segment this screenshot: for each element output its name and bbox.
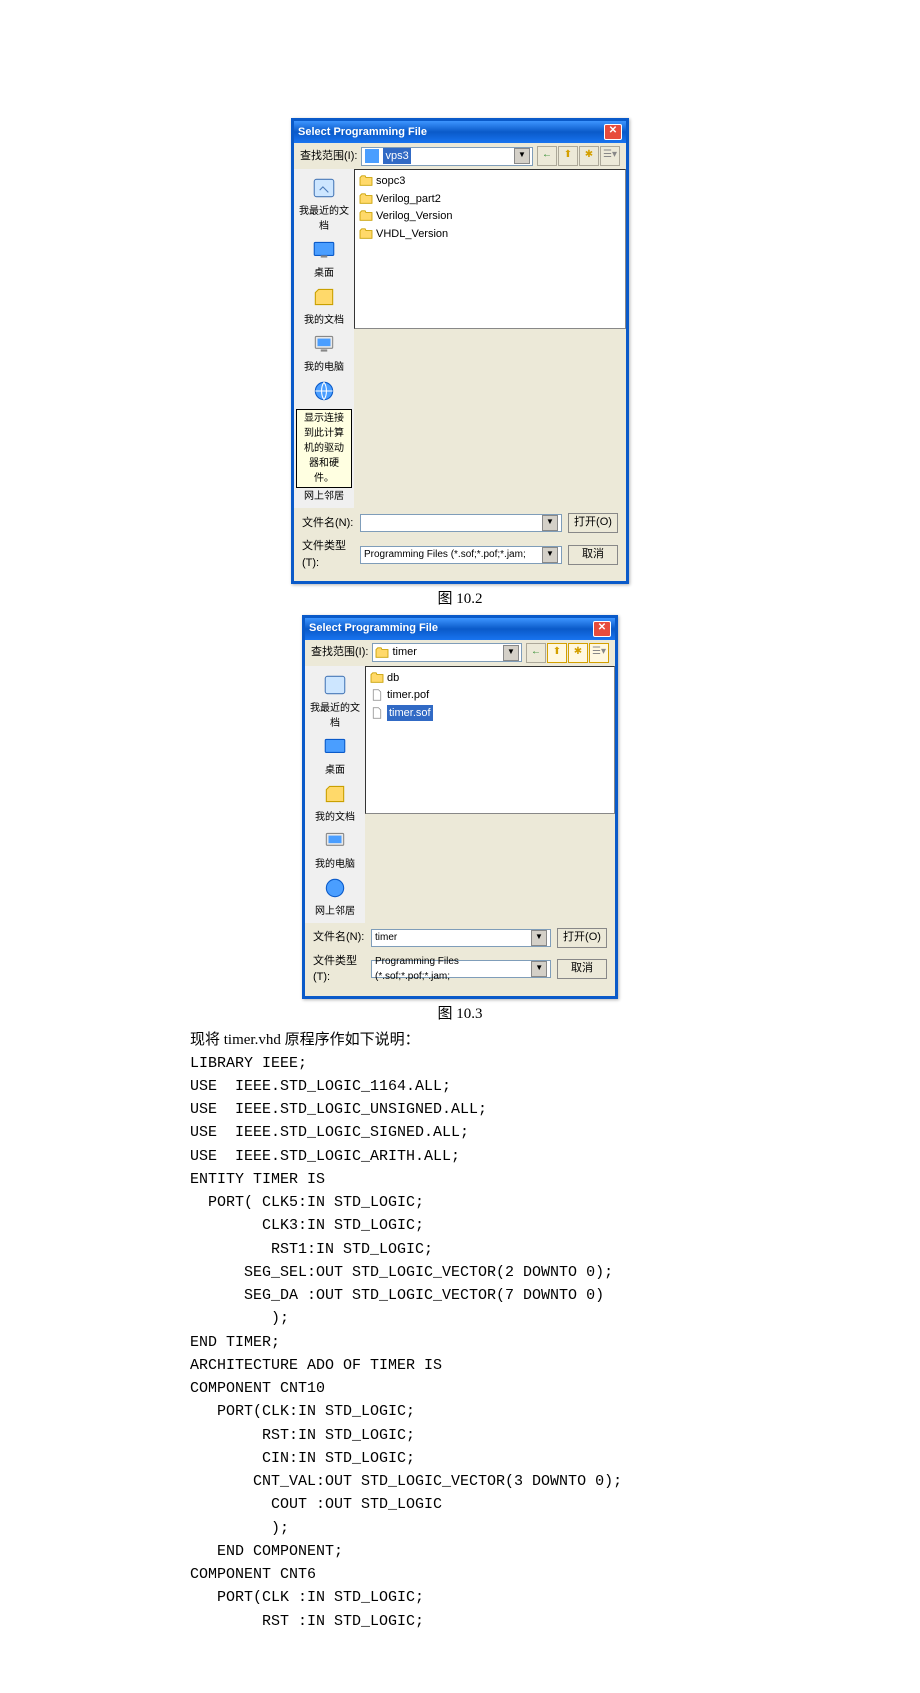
computer-icon[interactable] <box>308 329 340 359</box>
cancel-button[interactable]: 取消 <box>568 545 618 565</box>
folder-icon <box>359 193 373 205</box>
new-folder-icon[interactable]: ✱ <box>568 643 588 663</box>
computer-icon[interactable] <box>319 826 351 856</box>
chevron-down-icon[interactable]: ▼ <box>542 547 558 563</box>
dialog-select-programming-file-2: Select Programming File ✕ 查找范围(I): timer… <box>302 615 618 999</box>
file-list[interactable]: db timer.pof timer.sof <box>365 666 615 814</box>
desktop-icon[interactable] <box>308 235 340 265</box>
tooltip: 显示连接到此计算机的驱动器和硬件。 <box>296 409 352 488</box>
places-network: 网上邻居 <box>315 904 355 919</box>
filetype-label: 文件类型(T): <box>313 953 365 986</box>
recent-icon[interactable] <box>308 173 340 203</box>
figure-caption-2: 图 10.3 <box>190 1003 730 1026</box>
filename-input[interactable]: ▼ <box>360 514 562 532</box>
view-icon[interactable]: ☰▾ <box>600 146 620 166</box>
open-button[interactable]: 打开(O) <box>557 928 607 948</box>
list-item[interactable]: Verilog_Version <box>358 208 622 225</box>
places-computer: 我的电脑 <box>315 857 355 872</box>
filetype-label: 文件类型(T): <box>302 538 354 571</box>
lookin-value: vps3 <box>383 148 410 165</box>
up-icon[interactable]: ⬆ <box>558 146 578 166</box>
chevron-down-icon[interactable]: ▼ <box>531 961 547 977</box>
list-item[interactable]: db <box>369 670 611 687</box>
close-icon[interactable]: ✕ <box>604 124 622 140</box>
vhdl-code-block: LIBRARY IEEE; USE IEEE.STD_LOGIC_1164.AL… <box>190 1052 730 1633</box>
close-icon[interactable]: ✕ <box>593 621 611 637</box>
lookin-combo[interactable]: timer ▼ <box>372 643 522 662</box>
places-documents: 我的文档 <box>315 810 355 825</box>
lookin-combo[interactable]: vps3 ▼ <box>361 147 533 166</box>
list-item[interactable]: timer.pof <box>369 687 611 704</box>
nav-buttons: ← ⬆ ✱ ☰▾ <box>537 146 620 166</box>
list-item[interactable]: Verilog_part2 <box>358 191 622 208</box>
chevron-down-icon[interactable]: ▼ <box>542 515 558 531</box>
file-list[interactable]: sopc3 Verilog_part2 Verilog_Version VHDL… <box>354 169 626 329</box>
folder-icon <box>359 175 373 187</box>
lookin-toolbar: 查找范围(I): vps3 ▼ ← ⬆ ✱ ☰▾ <box>294 143 626 169</box>
nav-buttons: ← ⬆ ✱ ☰▾ <box>526 643 609 663</box>
folder-icon <box>375 647 389 659</box>
network-icon[interactable] <box>308 376 340 406</box>
chevron-down-icon[interactable]: ▼ <box>503 645 519 661</box>
titlebar[interactable]: Select Programming File ✕ <box>294 121 626 143</box>
filename-label: 文件名(N): <box>302 515 354 532</box>
lookin-label: 查找范围(I): <box>311 644 368 661</box>
lookin-value: timer <box>392 644 416 661</box>
desktop-icon[interactable] <box>319 732 351 762</box>
list-item[interactable]: VHDL_Version <box>358 226 622 243</box>
documents-icon[interactable] <box>319 779 351 809</box>
dialog-title: Select Programming File <box>309 620 438 637</box>
places-recent: 我最近的文档 <box>307 701 363 731</box>
folder-icon <box>359 210 373 222</box>
lookin-toolbar: 查找范围(I): timer ▼ ← ⬆ ✱ ☰▾ <box>305 640 615 666</box>
back-icon[interactable]: ← <box>537 146 557 166</box>
places-documents: 我的文档 <box>304 313 344 328</box>
filetype-combo[interactable]: Programming Files (*.sof;*.pof;*.jam;▼ <box>371 960 551 978</box>
figure-caption-1: 图 10.2 <box>190 588 730 611</box>
filename-label: 文件名(N): <box>313 929 365 946</box>
network-icon[interactable] <box>319 873 351 903</box>
places-bar: 我最近的文档 桌面 我的文档 我的电脑 网上邻居 <box>305 666 365 923</box>
dialog-select-programming-file-1: Select Programming File ✕ 查找范围(I): vps3 … <box>291 118 629 584</box>
places-network: 网上邻居 <box>304 489 344 504</box>
places-recent: 我最近的文档 <box>296 204 352 234</box>
recent-icon[interactable] <box>319 670 351 700</box>
view-icon[interactable]: ☰▾ <box>589 643 609 663</box>
code-intro: 现将 timer.vhd 原程序作如下说明： <box>190 1029 730 1052</box>
back-icon[interactable]: ← <box>526 643 546 663</box>
documents-icon[interactable] <box>308 282 340 312</box>
cancel-button[interactable]: 取消 <box>557 959 607 979</box>
up-icon[interactable]: ⬆ <box>547 643 567 663</box>
places-computer: 我的电脑 <box>304 360 344 375</box>
places-desktop: 桌面 <box>325 763 345 778</box>
chevron-down-icon[interactable]: ▼ <box>514 148 530 164</box>
folder-icon <box>359 228 373 240</box>
places-bar: 我最近的文档 桌面 我的文档 我的电脑 显示连接到此计算机的驱动器和硬件。 网上… <box>294 169 354 508</box>
drive-icon <box>364 148 380 164</box>
new-folder-icon[interactable]: ✱ <box>579 146 599 166</box>
list-item[interactable]: sopc3 <box>358 173 622 190</box>
lookin-label: 查找范围(I): <box>300 148 357 165</box>
filetype-combo[interactable]: Programming Files (*.sof;*.pof;*.jam;▼ <box>360 546 562 564</box>
chevron-down-icon[interactable]: ▼ <box>531 930 547 946</box>
file-icon <box>370 689 384 701</box>
list-item[interactable]: timer.sof <box>369 705 611 722</box>
folder-icon <box>370 672 384 684</box>
titlebar[interactable]: Select Programming File ✕ <box>305 618 615 640</box>
dialog-title: Select Programming File <box>298 124 427 141</box>
filename-input[interactable]: timer▼ <box>371 929 551 947</box>
file-icon <box>370 707 384 719</box>
open-button[interactable]: 打开(O) <box>568 513 618 533</box>
places-desktop: 桌面 <box>314 266 334 281</box>
